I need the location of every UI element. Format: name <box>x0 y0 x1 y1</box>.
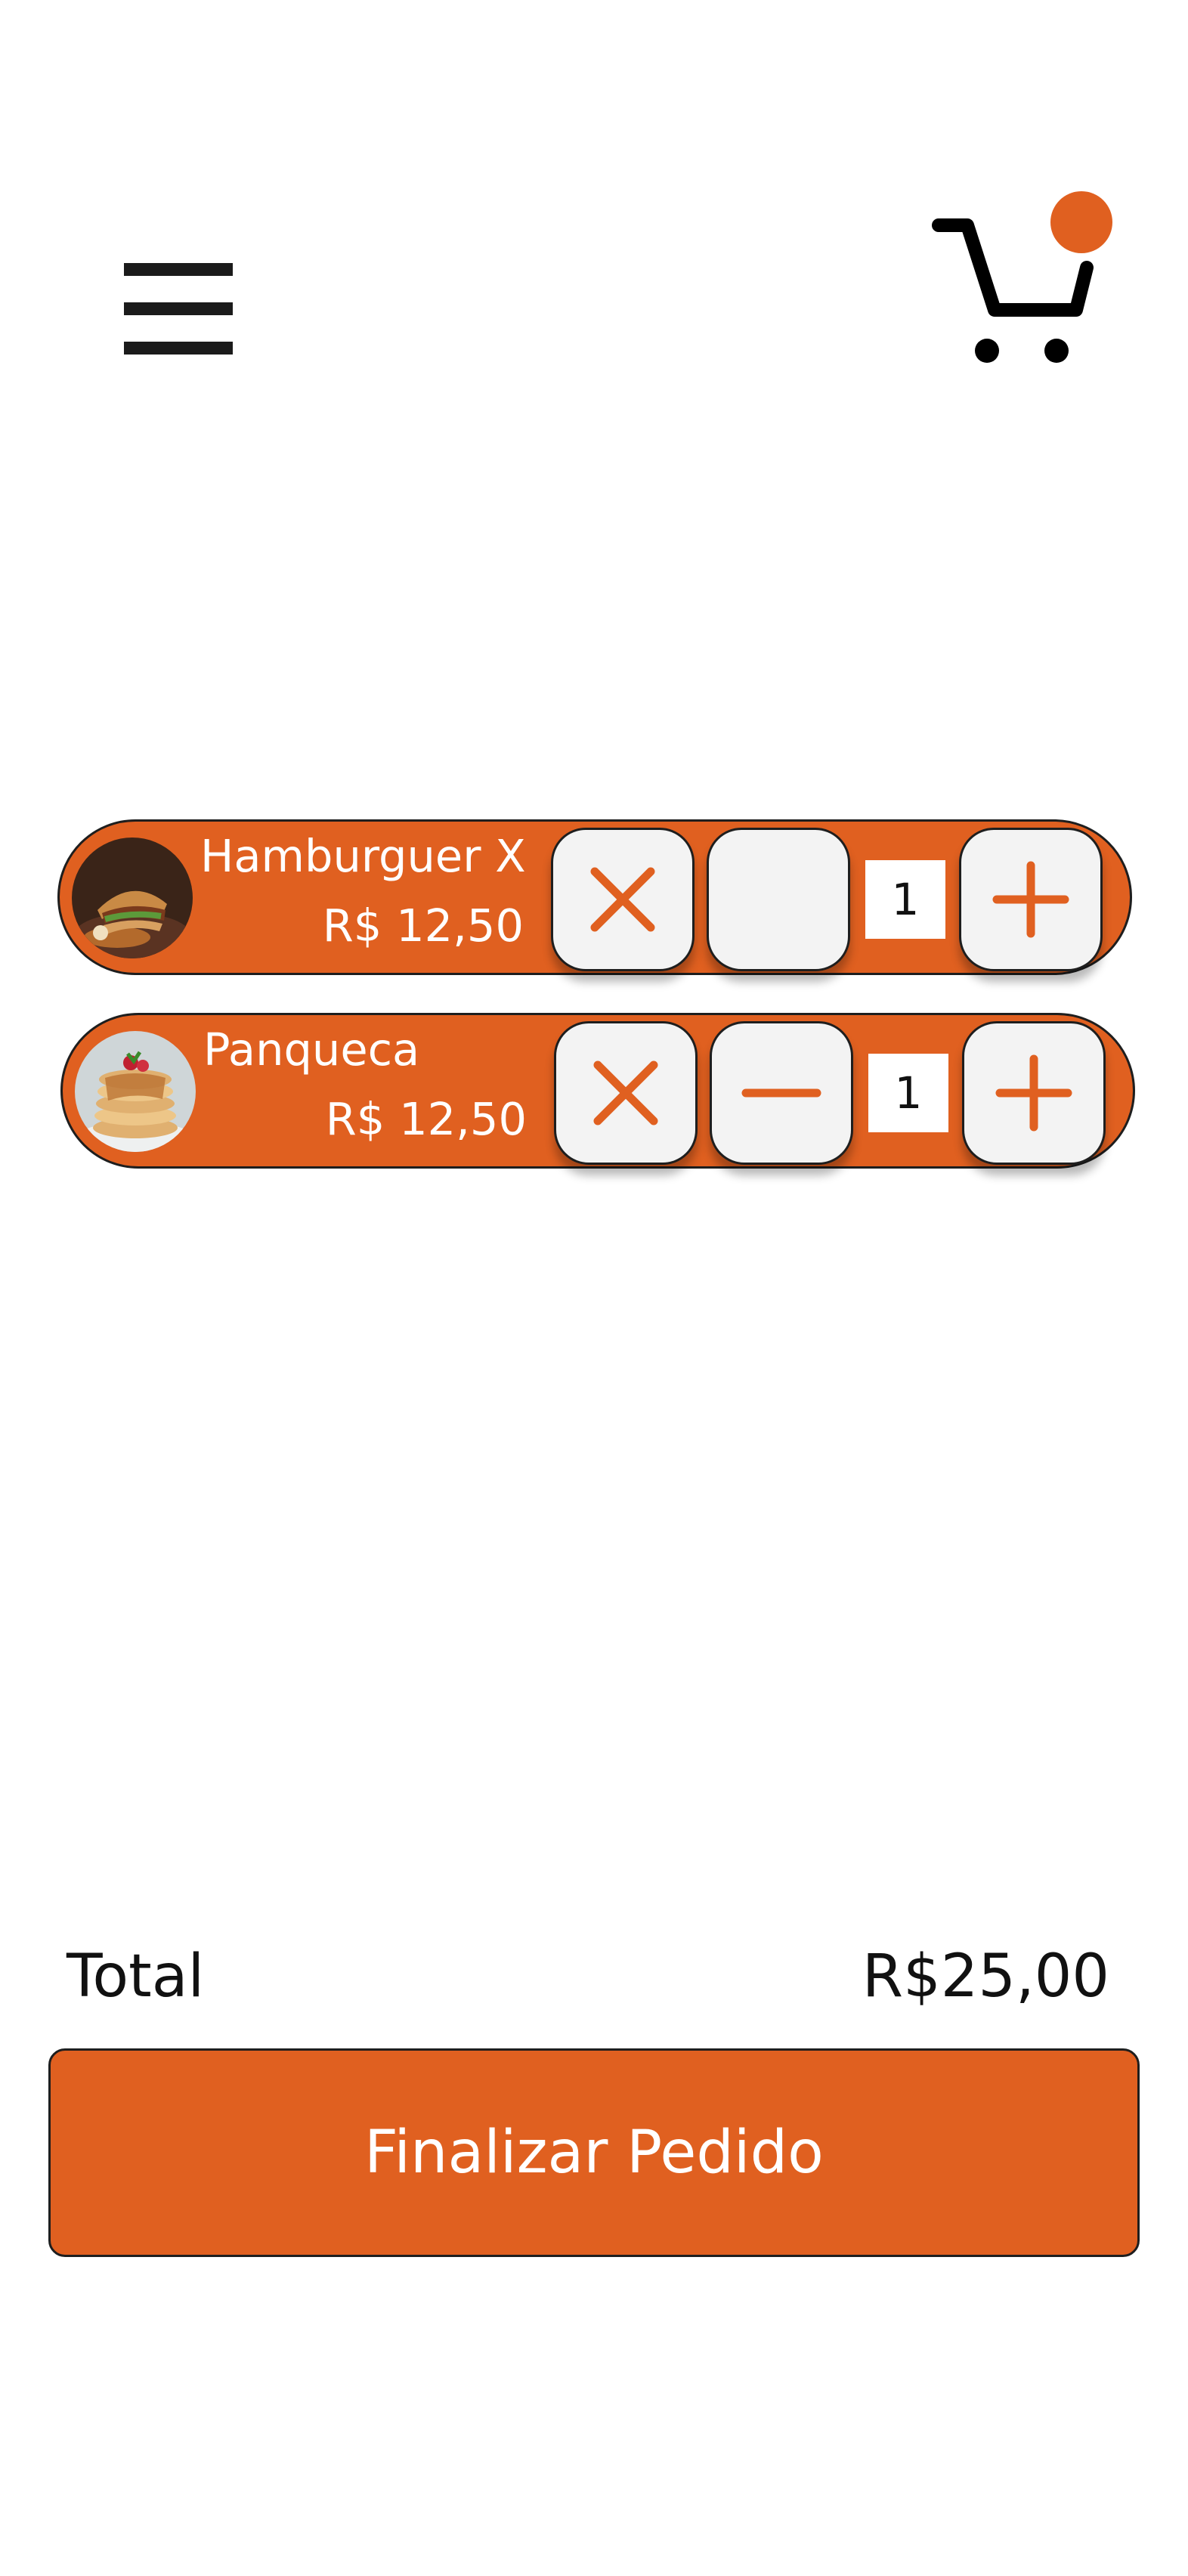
hamburger-menu-icon <box>124 263 233 276</box>
close-icon <box>593 1060 658 1125</box>
remove-item-button[interactable] <box>551 828 695 971</box>
cart-item: Hamburguer X R$ 12,50 1 <box>57 819 1132 975</box>
item-name: Panqueca <box>203 1023 420 1076</box>
hamburger-menu-icon-bar <box>124 342 233 355</box>
quantity-field[interactable]: 1 <box>867 1052 950 1134</box>
remove-item-button[interactable] <box>554 1021 698 1165</box>
total-label: Total <box>67 1943 205 2011</box>
decrease-quantity-button[interactable] <box>707 828 850 971</box>
item-price: R$ 12,50 <box>322 899 524 952</box>
minus-icon <box>741 1088 821 1098</box>
total-value: R$25,00 <box>862 1943 1109 2011</box>
cart-badge <box>1050 191 1112 253</box>
pancake-photo <box>75 1031 196 1152</box>
hamburger-menu-icon-bar <box>124 302 233 315</box>
increase-quantity-button[interactable] <box>962 1021 1106 1165</box>
increase-quantity-button[interactable] <box>959 828 1103 971</box>
plus-icon <box>992 861 1069 938</box>
hamburger-photo <box>72 838 193 958</box>
plus-icon <box>995 1054 1072 1132</box>
item-price: R$ 12,50 <box>325 1093 527 1145</box>
item-name: Hamburguer X <box>200 830 526 882</box>
cart-item: Panqueca R$ 12,50 1 <box>60 1013 1135 1169</box>
menu-button[interactable] <box>119 263 236 355</box>
quantity-field[interactable]: 1 <box>864 859 947 940</box>
decrease-quantity-button[interactable] <box>710 1021 853 1165</box>
checkout-button[interactable]: Finalizar Pedido <box>48 2048 1140 2257</box>
close-icon <box>590 867 655 932</box>
